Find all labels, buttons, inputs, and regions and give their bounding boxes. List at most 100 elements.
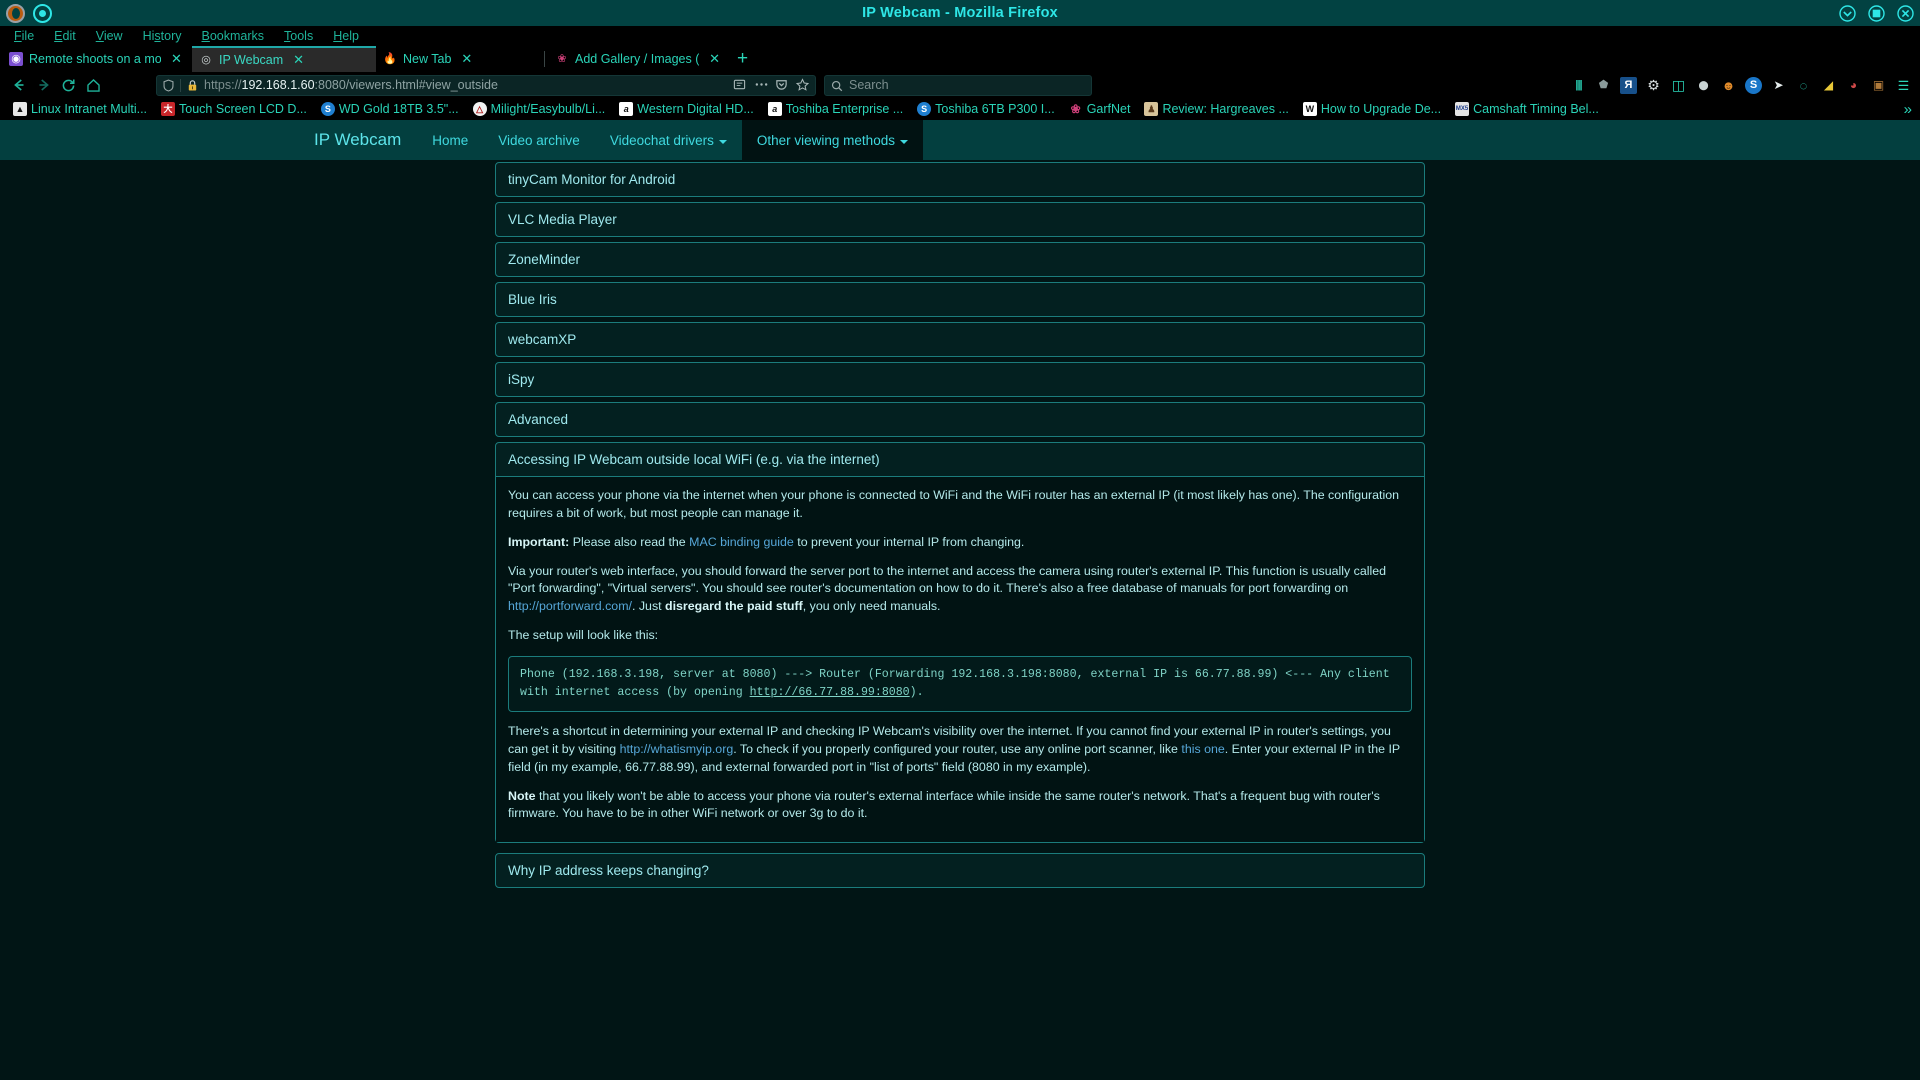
butterfly-icon: ❀ bbox=[557, 52, 567, 65]
bookmark-item[interactable]: a Toshiba Enterprise ... bbox=[761, 102, 910, 116]
menu-history[interactable]: History bbox=[133, 26, 192, 46]
bookmark-item[interactable]: S WD Gold 18TB 3.5"... bbox=[314, 102, 466, 116]
reader-view-icon[interactable] bbox=[733, 78, 747, 92]
search-input[interactable]: Search bbox=[849, 78, 889, 92]
cursor-icon[interactable]: ➤ bbox=[1770, 77, 1787, 94]
bookmark-item[interactable]: a Western Digital HD... bbox=[612, 102, 760, 116]
tab-close-icon[interactable]: ✕ bbox=[293, 52, 304, 68]
accordion-panel-vlc[interactable]: VLC Media Player bbox=[495, 202, 1425, 237]
yandex-icon[interactable]: Я bbox=[1620, 76, 1637, 94]
nav-item-videochat-drivers[interactable]: Videochat drivers bbox=[595, 120, 742, 160]
star-icon[interactable] bbox=[795, 78, 810, 92]
nav-label: Home bbox=[432, 132, 469, 148]
accordion-panel-ispy[interactable]: iSpy bbox=[495, 362, 1425, 397]
accordion-panel-webcamxp[interactable]: webcamXP bbox=[495, 322, 1425, 357]
tux-icon: ▲ bbox=[13, 102, 27, 116]
ellipsis-icon[interactable] bbox=[754, 78, 768, 92]
menu-edit[interactable]: Edit bbox=[44, 26, 86, 46]
whatismyip-link[interactable]: http://whatismyip.org bbox=[620, 742, 734, 756]
new-tab-button[interactable]: + bbox=[728, 46, 757, 72]
paragraph-important: Important: Please also read the MAC bind… bbox=[508, 534, 1412, 552]
bookmark-item[interactable]: MX5 Camshaft Timing Bel... bbox=[1448, 102, 1606, 116]
back-button[interactable] bbox=[6, 74, 31, 96]
bookmark-item[interactable]: W How to Upgrade De... bbox=[1296, 102, 1448, 116]
pen-icon[interactable]: ◢ bbox=[1820, 77, 1837, 94]
bookmark-item[interactable]: ♟ Review: Hargreaves ... bbox=[1137, 102, 1295, 116]
tab-remote-shoots[interactable]: ◉ Remote shoots on a mobi ✕ bbox=[2, 46, 192, 72]
sidebar-icon[interactable]: ◫ bbox=[1670, 77, 1687, 94]
lock-warning-icon[interactable] bbox=[186, 79, 199, 92]
forward-button[interactable] bbox=[31, 74, 56, 96]
site-navbar: IP Webcam Home Video archive Videochat d… bbox=[0, 120, 1920, 160]
pocket-icon[interactable] bbox=[775, 78, 789, 92]
nav-item-video-archive[interactable]: Video archive bbox=[483, 120, 595, 160]
bookmark-item[interactable]: ❀ GarfNet bbox=[1062, 102, 1138, 116]
accordion-header[interactable]: Advanced bbox=[496, 403, 1424, 436]
tab-close-icon[interactable]: ✕ bbox=[709, 51, 720, 67]
accordion-panel-zoneminder[interactable]: ZoneMinder bbox=[495, 242, 1425, 277]
nav-item-home[interactable]: Home bbox=[417, 120, 483, 160]
accordion-panel-blue-iris[interactable]: Blue Iris bbox=[495, 282, 1425, 317]
tab-separator bbox=[544, 51, 545, 67]
site-brand[interactable]: IP Webcam bbox=[296, 120, 417, 160]
bookmark-item[interactable]: △ Milight/Easybulb/Li... bbox=[466, 102, 613, 116]
accordion-header[interactable]: Why IP address keeps changing? bbox=[496, 854, 1424, 887]
tab-ip-webcam[interactable]: ◎ IP Webcam ✕ bbox=[192, 46, 376, 72]
shield-icon[interactable] bbox=[162, 79, 175, 92]
bookmark-item[interactable]: 大 Touch Screen LCD D... bbox=[154, 102, 314, 116]
accordion-header[interactable]: iSpy bbox=[496, 363, 1424, 396]
mac-binding-guide-link[interactable]: MAC binding guide bbox=[689, 535, 794, 549]
microphone-icon[interactable]: ◌ bbox=[1795, 77, 1812, 94]
window-title: IP Webcam - Mozilla Firefox bbox=[862, 5, 1058, 21]
port-scanner-link[interactable]: this one bbox=[1181, 742, 1224, 756]
external-ip-link[interactable]: http://66.77.88.99:8080 bbox=[750, 686, 910, 699]
url-bar[interactable]: https://192.168.1.60:8080/viewers.html#v… bbox=[156, 74, 816, 96]
accordion-header[interactable]: tinyCam Monitor for Android bbox=[496, 163, 1424, 196]
portrait-icon: ♟ bbox=[1144, 102, 1159, 116]
accordion-header[interactable]: webcamXP bbox=[496, 323, 1424, 356]
accordion-header[interactable]: Blue Iris bbox=[496, 283, 1424, 316]
tab-close-icon[interactable]: ✕ bbox=[461, 51, 472, 67]
monkey-icon[interactable]: ☻ bbox=[1720, 77, 1737, 94]
tab-add-gallery[interactable]: ❀ Add Gallery / Images ( Ga ✕ bbox=[548, 46, 728, 72]
minimize-button[interactable] bbox=[1839, 4, 1856, 22]
accordion-header[interactable]: Accessing IP Webcam outside local WiFi (… bbox=[496, 443, 1424, 477]
tab-new-tab[interactable]: 🔥 New Tab ✕ bbox=[376, 46, 541, 72]
nav-item-other-viewing-methods[interactable]: Other viewing methods bbox=[741, 120, 923, 160]
close-button[interactable] bbox=[1897, 4, 1914, 22]
bookmark-item[interactable]: S Toshiba 6TB P300 I... bbox=[910, 102, 1062, 116]
menu-bookmarks[interactable]: Bookmarks bbox=[192, 26, 275, 46]
bookmarks-overflow-button[interactable]: » bbox=[1896, 101, 1920, 118]
cookie-jar-icon[interactable]: ▣ bbox=[1870, 77, 1887, 94]
amazon-icon: a bbox=[767, 102, 782, 116]
nav-label: Videochat drivers bbox=[609, 132, 714, 148]
library-icon[interactable]: ||| bbox=[1570, 77, 1587, 94]
menu-help[interactable]: Help bbox=[323, 26, 369, 46]
mouse-icon[interactable]: ⬤ bbox=[1695, 77, 1712, 94]
reload-button[interactable] bbox=[56, 74, 81, 96]
portforward-link[interactable]: http://portforward.com/ bbox=[508, 599, 632, 613]
accordion-header[interactable]: ZoneMinder bbox=[496, 243, 1424, 276]
accordion-panel-ip-changing[interactable]: Why IP address keeps changing? bbox=[495, 853, 1425, 889]
accordion-header[interactable]: VLC Media Player bbox=[496, 203, 1424, 236]
skype-icon[interactable]: S bbox=[1745, 76, 1762, 94]
tab-label: Add Gallery / Images ( Ga bbox=[575, 52, 700, 66]
search-bar[interactable]: Search bbox=[824, 74, 1092, 96]
accordion-panel-tinycam[interactable]: tinyCam Monitor for Android bbox=[495, 162, 1425, 197]
tab-close-icon[interactable]: ✕ bbox=[171, 51, 182, 67]
accordion-panel-advanced[interactable]: Advanced bbox=[495, 402, 1425, 437]
glasses-icon[interactable]: ◕ bbox=[1845, 77, 1862, 94]
menu-tools[interactable]: Tools bbox=[274, 26, 323, 46]
hamburger-menu-icon[interactable]: ☰ bbox=[1895, 77, 1912, 94]
bookmark-item[interactable]: ▲ Linux Intranet Multi... bbox=[6, 102, 154, 116]
dropbox-icon[interactable]: ⬟ bbox=[1595, 77, 1612, 94]
menu-view[interactable]: View bbox=[86, 26, 133, 46]
maximize-button[interactable] bbox=[1868, 4, 1885, 22]
chevron-down-icon bbox=[899, 140, 908, 144]
gear-icon[interactable]: ⚙ bbox=[1645, 77, 1662, 94]
home-button[interactable] bbox=[81, 74, 106, 96]
bookmark-label: Touch Screen LCD D... bbox=[179, 102, 307, 116]
window-controls bbox=[1839, 4, 1914, 22]
accordion-panel-outside-wifi[interactable]: Accessing IP Webcam outside local WiFi (… bbox=[495, 442, 1425, 844]
menu-file[interactable]: File bbox=[4, 26, 44, 46]
